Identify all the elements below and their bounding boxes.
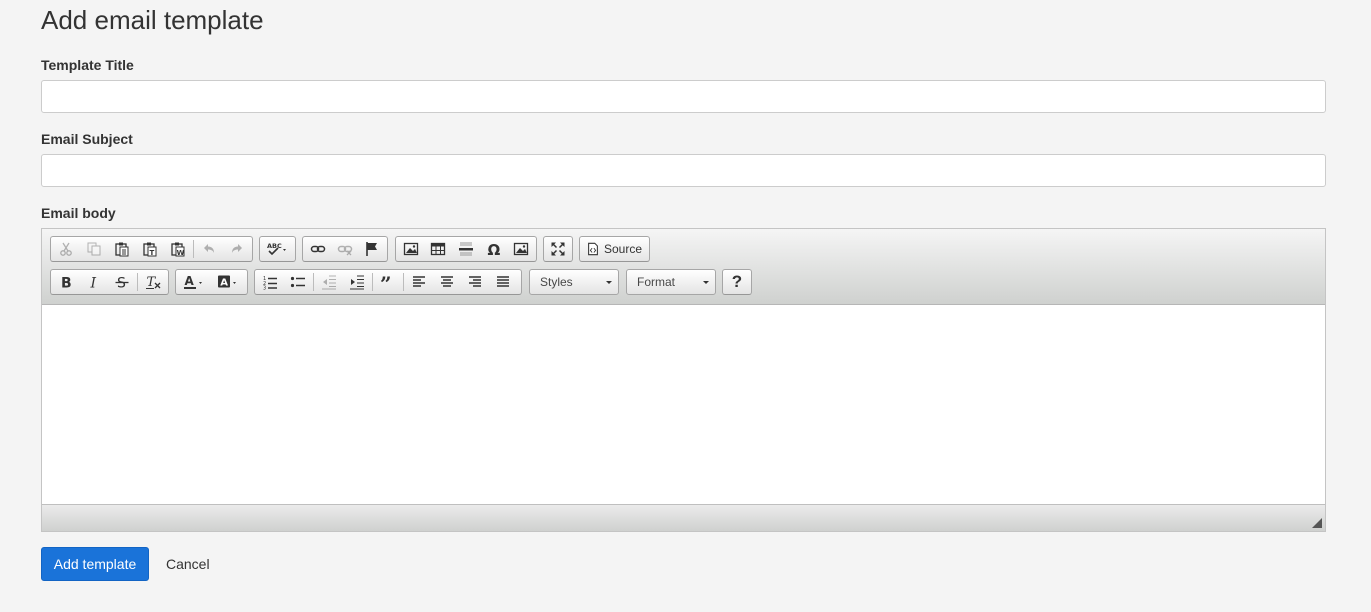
text-color-icon[interactable]: A [177, 270, 211, 294]
align-right-icon[interactable] [461, 270, 489, 294]
outdent-icon[interactable] [315, 270, 343, 294]
spellcheck-group: ABC [259, 236, 296, 262]
format-dropdown[interactable]: Format [626, 269, 716, 295]
chevron-down-icon [703, 281, 709, 284]
email-body-label: Email body [41, 205, 116, 221]
toolbar-separator [313, 273, 314, 291]
page-title: Add email template [41, 5, 264, 35]
numbered-list-icon[interactable]: 123 [256, 270, 284, 294]
spellcheck-icon[interactable]: ABC [261, 237, 294, 261]
email-subject-label: Email Subject [41, 131, 133, 147]
toolbar-separator [403, 273, 404, 291]
maximize-icon[interactable] [545, 237, 571, 261]
remove-format-icon[interactable]: T [139, 270, 167, 294]
svg-text:W: W [177, 249, 185, 257]
paste-icon[interactable] [108, 237, 136, 261]
copy-icon[interactable] [80, 237, 108, 261]
horizontal-rule-icon[interactable] [452, 237, 480, 261]
indent-icon[interactable] [343, 270, 371, 294]
styles-dropdown[interactable]: Styles [529, 269, 619, 295]
help-button[interactable]: ? [722, 269, 752, 295]
tools-group [543, 236, 573, 262]
image-icon[interactable] [397, 237, 425, 261]
insert-group: Ω [395, 236, 537, 262]
styles-label: Styles [540, 275, 573, 289]
source-button[interactable]: Source [579, 236, 650, 262]
blockquote-icon[interactable]: ” [374, 270, 402, 294]
svg-text:3: 3 [263, 286, 266, 291]
svg-text:Ω: Ω [487, 241, 500, 257]
align-justify-icon[interactable] [489, 270, 517, 294]
svg-text:I: I [90, 276, 97, 291]
svg-text:”: ” [380, 274, 392, 290]
paste-word-icon[interactable]: W [164, 237, 192, 261]
svg-text:B: B [61, 276, 72, 291]
bg-color-icon[interactable]: A [211, 270, 245, 294]
bulleted-list-icon[interactable] [284, 270, 312, 294]
table-icon[interactable] [425, 237, 453, 261]
toolbar-separator [137, 273, 138, 291]
iframe-icon[interactable] [507, 237, 535, 261]
svg-text:A: A [220, 278, 228, 289]
add-template-button[interactable]: Add template [41, 547, 149, 581]
rich-text-editor: T W ABC Ω Source B I S T A A 1 2 3 ” Sty… [41, 228, 1326, 532]
paste-text-icon[interactable]: T [136, 237, 164, 261]
unlink-icon[interactable] [331, 237, 358, 261]
svg-text:T: T [150, 249, 155, 257]
resize-handle-icon[interactable] [1312, 518, 1322, 528]
format-label: Format [637, 275, 676, 289]
bold-icon[interactable]: B [52, 270, 80, 294]
toolbar-separator [193, 240, 194, 258]
template-title-label: Template Title [41, 57, 134, 73]
clipboard-group: T W [50, 236, 253, 262]
italic-icon[interactable]: I [80, 270, 108, 294]
link-icon[interactable] [304, 237, 331, 261]
source-icon [588, 242, 598, 256]
template-title-input[interactable] [41, 80, 1326, 113]
help-icon: ? [731, 272, 743, 291]
editor-content-area[interactable] [42, 305, 1325, 504]
anchor-icon[interactable] [359, 237, 386, 261]
editor-status-bar [42, 504, 1325, 531]
colors-group: A A [175, 269, 248, 295]
svg-text:ABC: ABC [267, 242, 282, 250]
source-label: Source [604, 242, 643, 256]
basic-styles-group: B I S T [50, 269, 169, 295]
paragraph-group: 123 ” [254, 269, 522, 295]
align-left-icon[interactable] [405, 270, 433, 294]
redo-icon[interactable] [223, 237, 251, 261]
cut-icon[interactable] [52, 237, 80, 261]
email-subject-input[interactable] [41, 154, 1326, 187]
undo-icon[interactable] [195, 237, 223, 261]
editor-toolbar: T W ABC Ω Source B I S T A A 1 2 3 ” Sty… [42, 229, 1325, 305]
strike-icon[interactable]: S [108, 270, 136, 294]
toolbar-separator [372, 273, 373, 291]
align-center-icon[interactable] [433, 270, 461, 294]
special-char-icon[interactable]: Ω [480, 237, 508, 261]
cancel-link[interactable]: Cancel [166, 556, 210, 572]
links-group [302, 236, 388, 262]
chevron-down-icon [606, 281, 612, 284]
svg-text:A: A [185, 274, 195, 288]
